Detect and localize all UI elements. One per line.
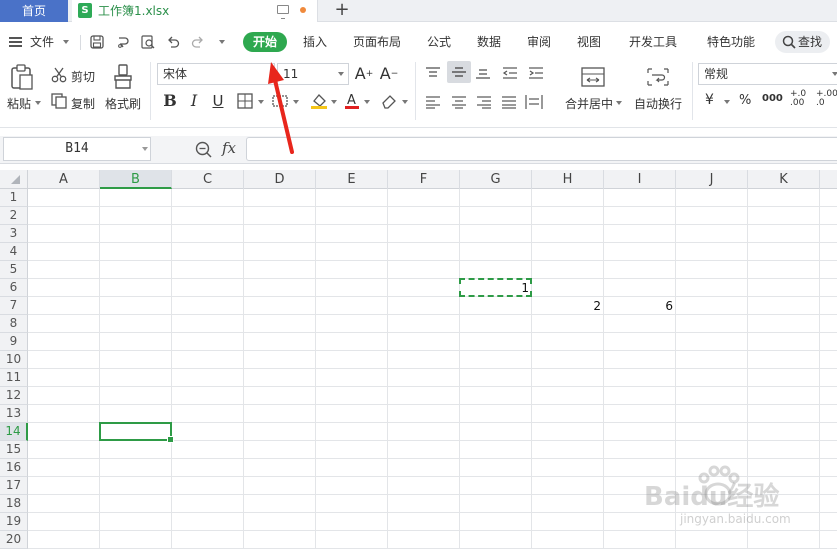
spreadsheet-app-icon: S: [78, 3, 92, 18]
chevron-down-icon[interactable]: [364, 100, 370, 104]
decrease-font-size-icon[interactable]: A−: [379, 64, 399, 84]
chevron-down-icon[interactable]: [616, 101, 622, 105]
format-painter-button[interactable]: 格式刷: [105, 95, 141, 112]
number-format-select[interactable]: 常规: [698, 63, 837, 85]
chevron-down-icon[interactable]: [402, 100, 408, 104]
increase-font-size-icon[interactable]: A+: [354, 64, 374, 84]
formula-input[interactable]: [246, 137, 837, 161]
name-box[interactable]: B14: [3, 137, 151, 161]
font-name-select[interactable]: 宋体: [157, 63, 275, 85]
eraser-icon[interactable]: [381, 93, 397, 109]
decrease-indent-icon[interactable]: [502, 66, 518, 80]
merge-center-button[interactable]: 合并居中: [565, 95, 613, 112]
wrap-text-icon[interactable]: [647, 67, 669, 87]
scissors-icon[interactable]: [51, 67, 67, 83]
print-preview-icon[interactable]: [141, 35, 155, 49]
menu-bar: 文件 开始 插入 页面布局 公式 数据 审阅 视图 开发工具 特色功能 查找: [0, 28, 837, 56]
tab-data[interactable]: 数据: [477, 28, 501, 56]
tab-formulas[interactable]: 公式: [427, 28, 451, 56]
search-button[interactable]: 查找: [775, 31, 830, 53]
chevron-down-icon[interactable]: [142, 147, 148, 151]
baidu-watermark: Baidu经验 jingyan.baidu.com: [640, 462, 810, 535]
divider: [415, 62, 416, 120]
tab-start[interactable]: 开始: [243, 32, 287, 52]
cell-i7[interactable]: 6: [604, 297, 676, 315]
cell-h7[interactable]: 2: [532, 297, 604, 315]
increase-indent-icon[interactable]: [528, 66, 544, 80]
cut-button[interactable]: 剪切: [71, 68, 95, 85]
justify-icon[interactable]: [501, 95, 517, 109]
italic-icon[interactable]: I: [184, 91, 204, 111]
decrease-decimal-button[interactable]: +.00 .0: [816, 90, 837, 108]
tab-home[interactable]: 首页: [0, 0, 68, 22]
align-middle-icon: [452, 67, 466, 77]
format-painter-icon[interactable]: [113, 64, 133, 90]
unsaved-dot-icon: [300, 7, 306, 13]
search-label: 查找: [798, 35, 823, 49]
align-bottom-icon[interactable]: [475, 66, 491, 80]
zoom-formula-icon[interactable]: [195, 141, 213, 159]
paste-button[interactable]: 粘贴: [7, 95, 31, 112]
tab-insert[interactable]: 插入: [303, 28, 327, 56]
percent-button[interactable]: %: [739, 93, 751, 108]
bold-icon[interactable]: B: [160, 91, 180, 111]
watermark-brand: Baidu经验: [644, 482, 780, 512]
copy-icon[interactable]: [51, 93, 67, 109]
chevron-down-icon[interactable]: [331, 100, 337, 104]
save-icon[interactable]: [90, 35, 104, 49]
tab-developer[interactable]: 开发工具: [629, 28, 677, 56]
insert-function-icon[interactable]: fx: [222, 139, 236, 157]
redo-icon[interactable]: [191, 35, 205, 49]
copy-button[interactable]: 复制: [71, 95, 95, 112]
divider: [692, 62, 693, 120]
font-color-icon[interactable]: A: [344, 92, 360, 110]
tab-page-layout[interactable]: 页面布局: [353, 28, 401, 56]
formula-bar: B14 fx: [0, 136, 837, 164]
wrap-text-button[interactable]: 自动换行: [634, 95, 682, 112]
number-format-value: 常规: [704, 67, 729, 81]
tab-review[interactable]: 审阅: [527, 28, 551, 56]
document-tab-bar: 首页 S 工作簿1.xlsx +: [0, 0, 837, 22]
align-middle-button[interactable]: [447, 61, 471, 83]
copy-marquee: [459, 278, 532, 297]
undo-icon[interactable]: [166, 35, 180, 49]
file-menu[interactable]: 文件: [30, 28, 54, 56]
chevron-down-icon[interactable]: [724, 100, 730, 104]
monitor-icon[interactable]: [277, 5, 289, 19]
tab-view[interactable]: 视图: [577, 28, 601, 56]
thousands-separator-button[interactable]: 000: [762, 93, 783, 104]
search-icon: [782, 35, 796, 49]
align-left-icon[interactable]: [425, 95, 441, 109]
chevron-down-icon[interactable]: [35, 101, 41, 105]
align-center-icon[interactable]: [451, 95, 467, 109]
undo-history-icon[interactable]: [116, 35, 130, 49]
distributed-align-icon[interactable]: [525, 94, 543, 110]
align-right-icon[interactable]: [476, 95, 492, 109]
hamburger-menu-icon[interactable]: [9, 37, 22, 47]
increase-decimal-button[interactable]: +.0 .00: [790, 90, 810, 108]
annotation-arrow: [268, 62, 294, 154]
workbook-tab-label: 工作簿1.xlsx: [98, 4, 170, 18]
borders-icon[interactable]: [237, 93, 253, 109]
fill-color-icon[interactable]: [310, 92, 328, 110]
divider: [150, 62, 151, 120]
align-top-icon[interactable]: [425, 66, 441, 80]
quick-access-dropdown-icon[interactable]: [219, 40, 225, 44]
chevron-down-icon: [338, 72, 344, 76]
chevron-down-icon: [832, 72, 837, 76]
ribbon-toolbar: 粘贴 剪切 复制 格式刷 宋体 11 A+ A− B I U A 合并居中 自动…: [0, 58, 837, 128]
font-name-value: 宋体: [163, 67, 188, 81]
new-tab-button[interactable]: +: [330, 0, 354, 22]
active-cell-selection[interactable]: [99, 422, 174, 443]
tab-special-features[interactable]: 特色功能: [707, 28, 755, 56]
tab-workbook[interactable]: S 工作簿1.xlsx: [72, 0, 318, 22]
paste-icon[interactable]: [10, 64, 34, 90]
watermark-url: jingyan.baidu.com: [680, 512, 791, 526]
underline-icon[interactable]: U: [208, 91, 228, 111]
chevron-down-icon: [63, 40, 69, 44]
svg-text:A: A: [347, 93, 356, 108]
currency-button[interactable]: ¥: [705, 92, 714, 108]
divider: [80, 35, 81, 50]
merge-center-icon[interactable]: [581, 67, 605, 87]
